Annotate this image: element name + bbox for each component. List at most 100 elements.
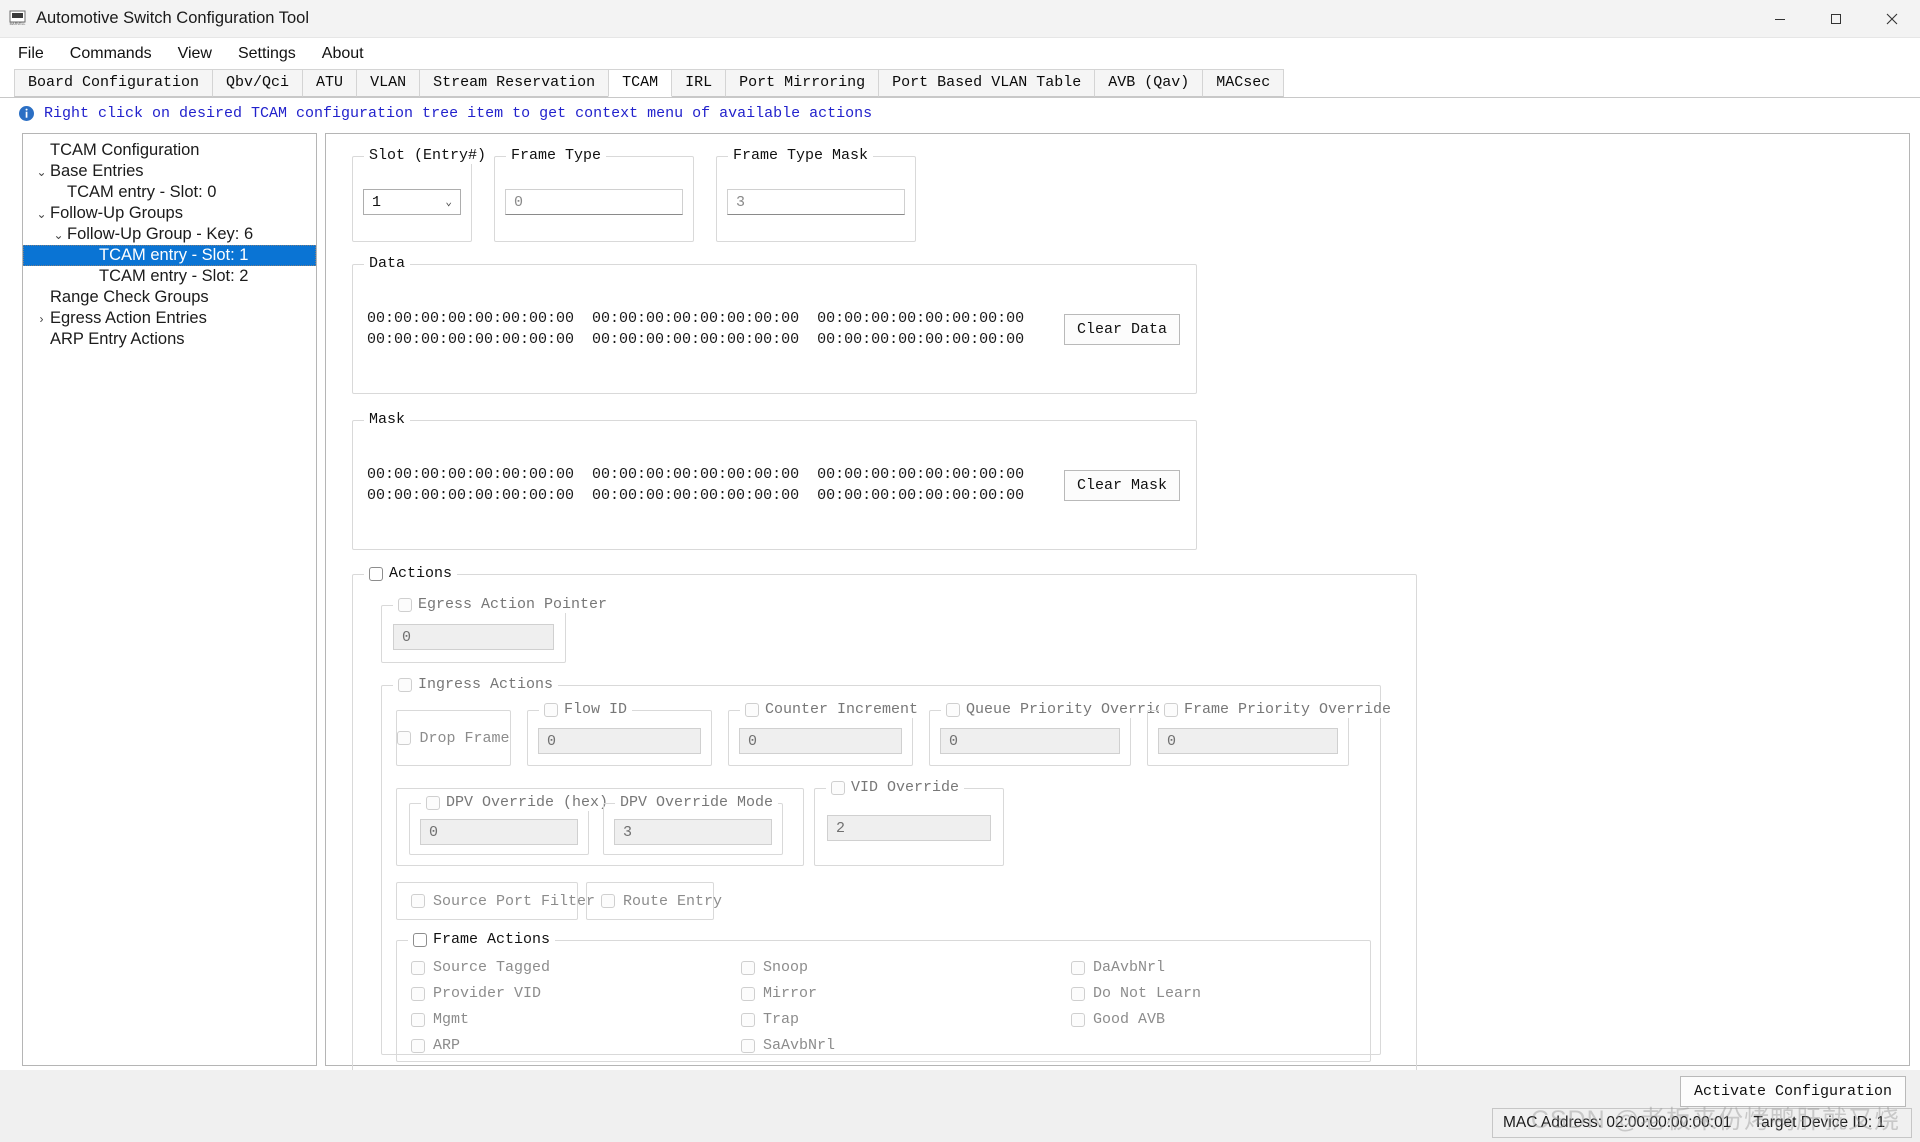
frame-priority-override-checkbox[interactable] bbox=[1164, 702, 1178, 717]
frame-action-mgmt[interactable]: Mgmt bbox=[411, 1011, 741, 1028]
menu-item-settings[interactable]: Settings bbox=[226, 41, 308, 67]
saavbnrl-checkbox[interactable] bbox=[741, 1038, 755, 1053]
tree-item-base-entries[interactable]: ⌄ Base Entries bbox=[23, 161, 316, 182]
tree-item-tcam-entry-slot-1[interactable]: TCAM entry - Slot: 1 bbox=[23, 245, 316, 266]
chevron-right-icon[interactable]: › bbox=[33, 313, 50, 325]
data-hex-row[interactable]: 00:00:00:00:00:00:00:00 00:00:00:00:00:0… bbox=[367, 329, 1064, 350]
tab-board-configuration[interactable]: Board Configuration bbox=[14, 69, 214, 97]
frame-action-saavbnrl[interactable]: SaAvbNrl bbox=[741, 1037, 1071, 1054]
minimize-icon[interactable] bbox=[1752, 0, 1808, 38]
close-icon[interactable] bbox=[1864, 0, 1920, 38]
snoop-checkbox[interactable] bbox=[741, 960, 755, 975]
tcam-configuration-tree[interactable]: TCAM Configuration ⌄ Base Entries TCAM e… bbox=[22, 133, 317, 1066]
do-not-learn-checkbox[interactable] bbox=[1071, 986, 1085, 1001]
menu-item-about[interactable]: About bbox=[310, 41, 376, 67]
chevron-down-icon[interactable]: ⌄ bbox=[50, 229, 67, 241]
dpv-override-hex-checkbox[interactable] bbox=[426, 795, 440, 810]
menu-item-view[interactable]: View bbox=[166, 41, 224, 67]
mask-hex-row[interactable]: 00:00:00:00:00:00:00:00 00:00:00:00:00:0… bbox=[367, 485, 1064, 506]
egress-action-pointer-checkbox[interactable] bbox=[398, 597, 412, 612]
maximize-icon[interactable] bbox=[1808, 0, 1864, 38]
queue-priority-override-input[interactable]: 0 bbox=[940, 728, 1120, 754]
flow-id-input[interactable]: 0 bbox=[538, 728, 701, 754]
frame-action-source-tagged[interactable]: Source Tagged bbox=[411, 959, 741, 976]
frame-priority-override-input[interactable]: 0 bbox=[1158, 728, 1338, 754]
mgmt-checkbox[interactable] bbox=[411, 1012, 425, 1027]
drop-frame-checkbox[interactable] bbox=[397, 731, 412, 745]
slot-entry-select[interactable]: 1 ⌄ bbox=[363, 189, 461, 215]
tab-macsec[interactable]: MACsec bbox=[1202, 69, 1285, 97]
tab-avb-qav[interactable]: AVB (Qav) bbox=[1094, 69, 1204, 97]
ingress-actions-label: Ingress Actions bbox=[418, 676, 554, 693]
flow-id-group: Flow ID 0 bbox=[527, 701, 712, 766]
frame-action-mirror[interactable]: Mirror bbox=[741, 985, 1071, 1002]
menu-item-commands[interactable]: Commands bbox=[58, 41, 164, 67]
queue-priority-override-label: Queue Priority Override bbox=[966, 701, 1174, 718]
tree-item-tcam-entry-slot-2[interactable]: TCAM entry - Slot: 2 bbox=[23, 266, 316, 287]
counter-increment-input[interactable]: 0 bbox=[739, 728, 902, 754]
drop-frame-row[interactable]: Drop Frame bbox=[397, 730, 510, 747]
tree-item-label: Egress Action Entries bbox=[50, 309, 207, 327]
tab-irl[interactable]: IRL bbox=[671, 69, 727, 97]
tab-tcam[interactable]: TCAM bbox=[608, 69, 673, 97]
tab-atu[interactable]: ATU bbox=[302, 69, 358, 97]
counter-increment-checkbox[interactable] bbox=[745, 702, 759, 717]
frame-action-provider-vid[interactable]: Provider VID bbox=[411, 985, 741, 1002]
flow-id-value: 0 bbox=[547, 733, 557, 750]
tree-item-follow-up-group-key-6[interactable]: ⌄ Follow-Up Group - Key: 6 bbox=[23, 224, 316, 245]
queue-priority-override-checkbox[interactable] bbox=[946, 702, 960, 717]
frame-type-group: Frame Type 0 bbox=[494, 147, 694, 242]
frame-action-daavbnrl[interactable]: DaAvbNrl bbox=[1071, 959, 1361, 976]
frame-action-snoop[interactable]: Snoop bbox=[741, 959, 1071, 976]
good-avb-checkbox[interactable] bbox=[1071, 1012, 1085, 1027]
frame-action-do-not-learn[interactable]: Do Not Learn bbox=[1071, 985, 1361, 1002]
tree-item-arp-entry-actions[interactable]: ARP Entry Actions bbox=[23, 329, 316, 350]
provider-vid-checkbox[interactable] bbox=[411, 986, 425, 1001]
target-device-status: Target Device ID: 1 bbox=[1753, 1114, 1886, 1131]
frame-type-input[interactable]: 0 bbox=[505, 189, 683, 215]
drop-frame-group: Drop Frame bbox=[396, 710, 511, 766]
chevron-down-icon[interactable]: ⌄ bbox=[33, 208, 50, 220]
frame-action-arp[interactable]: ARP bbox=[411, 1037, 741, 1054]
clear-mask-button[interactable]: Clear Mask bbox=[1063, 469, 1180, 501]
source-port-filter-row[interactable]: Source Port Filter bbox=[411, 893, 595, 910]
data-hex-row[interactable]: 00:00:00:00:00:00:00:00 00:00:00:00:00:0… bbox=[367, 308, 1064, 329]
daavbnrl-checkbox[interactable] bbox=[1071, 960, 1085, 975]
ingress-actions-checkbox[interactable] bbox=[398, 677, 412, 692]
source-port-filter-checkbox[interactable] bbox=[411, 894, 425, 908]
tree-item-range-check-groups[interactable]: Range Check Groups bbox=[23, 287, 316, 308]
chevron-down-icon[interactable]: ⌄ bbox=[445, 195, 452, 209]
dpv-override-mode-input[interactable]: 3 bbox=[614, 819, 772, 845]
trap-checkbox[interactable] bbox=[741, 1012, 755, 1027]
frame-type-mask-input[interactable]: 3 bbox=[727, 189, 905, 215]
tab-port-based-vlan-table[interactable]: Port Based VLAN Table bbox=[878, 69, 1096, 97]
tab-qbv-qci[interactable]: Qbv/Qci bbox=[212, 69, 304, 97]
menu-item-file[interactable]: File bbox=[6, 41, 56, 67]
frame-actions-checkbox[interactable] bbox=[413, 932, 427, 947]
flow-id-checkbox[interactable] bbox=[544, 702, 558, 717]
route-entry-row[interactable]: Route Entry bbox=[601, 893, 722, 910]
egress-action-pointer-input[interactable]: 0 bbox=[393, 624, 554, 650]
tree-item-egress-action-entries[interactable]: › Egress Action Entries bbox=[23, 308, 316, 329]
mask-hex-row[interactable]: 00:00:00:00:00:00:00:00 00:00:00:00:00:0… bbox=[367, 464, 1064, 485]
dpv-override-hex-input[interactable]: 0 bbox=[420, 819, 578, 845]
tab-stream-reservation[interactable]: Stream Reservation bbox=[419, 69, 610, 97]
frame-action-trap[interactable]: Trap bbox=[741, 1011, 1071, 1028]
route-entry-checkbox[interactable] bbox=[601, 894, 615, 908]
mirror-checkbox[interactable] bbox=[741, 986, 755, 1001]
tree-item-tcam-entry-slot-0[interactable]: TCAM entry - Slot: 0 bbox=[23, 182, 316, 203]
tab-vlan[interactable]: VLAN bbox=[356, 69, 421, 97]
activate-configuration-button[interactable]: Activate Configuration bbox=[1679, 1076, 1906, 1107]
vid-override-checkbox[interactable] bbox=[831, 780, 845, 795]
vid-override-input[interactable]: 2 bbox=[827, 815, 991, 841]
tree-item-follow-up-groups[interactable]: ⌄ Follow-Up Groups bbox=[23, 203, 316, 224]
clear-data-button[interactable]: Clear Data bbox=[1063, 313, 1180, 345]
frame-action-good-avb[interactable]: Good AVB bbox=[1071, 1011, 1361, 1028]
chevron-down-icon[interactable]: ⌄ bbox=[33, 166, 50, 178]
tree-item-tcam-configuration[interactable]: TCAM Configuration bbox=[23, 140, 316, 161]
source-tagged-checkbox[interactable] bbox=[411, 960, 425, 975]
actions-checkbox[interactable] bbox=[369, 566, 383, 581]
arp-checkbox[interactable] bbox=[411, 1038, 425, 1053]
tab-port-mirroring[interactable]: Port Mirroring bbox=[725, 69, 880, 97]
dpv-override-hex-group: DPV Override (hex) 0 bbox=[409, 794, 614, 855]
